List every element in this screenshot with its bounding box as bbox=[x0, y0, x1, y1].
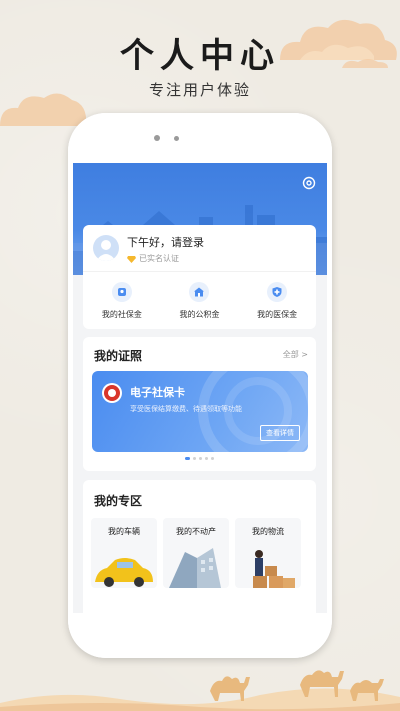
quick-link-label: 我的社保金 bbox=[101, 310, 142, 319]
quick-link-label: 我的医保金 bbox=[257, 310, 298, 319]
housing-fund-icon bbox=[189, 282, 210, 302]
social-security-card-description: 享受医保结算缴费、待遇领取等功能 bbox=[130, 405, 242, 413]
view-details-button[interactable]: 查看详情 bbox=[260, 425, 300, 441]
zone-item-vehicles[interactable]: 我的车辆 bbox=[91, 518, 157, 588]
my-zone-title: 我的专区 bbox=[94, 494, 143, 508]
zone-item-label: 我的不动产 bbox=[176, 527, 216, 536]
login-card[interactable]: 下午好，请登录 已实名认证 bbox=[83, 225, 316, 271]
building-icon bbox=[169, 548, 221, 588]
quick-links: 我的社保金 我的公积金 我的医保金 bbox=[83, 271, 316, 329]
zone-item-label: 我的车辆 bbox=[108, 527, 140, 536]
carousel-dot[interactable] bbox=[185, 457, 190, 460]
certificates-all-link[interactable]: 全部 > bbox=[283, 349, 308, 360]
zone-item-real-estate[interactable]: 我的不动产 bbox=[163, 518, 229, 588]
social-security-card-name: 电子社保卡 bbox=[130, 386, 185, 399]
car-icon bbox=[95, 558, 153, 587]
medical-insurance-icon bbox=[267, 282, 288, 302]
sensor-dot-icon bbox=[174, 136, 179, 141]
verify-status: 已实名认证 bbox=[127, 253, 179, 264]
carousel-dots bbox=[83, 457, 316, 460]
settings-gear-icon[interactable] bbox=[301, 175, 317, 191]
carousel-dot[interactable] bbox=[205, 457, 208, 460]
certificates-section: 我的证照 全部 > 电子社保卡 享受医保结算缴费、待遇领取等功能 查看详情 bbox=[83, 337, 316, 471]
my-zone-section: 我的专区 我的车辆 我的不动产 我的物流 bbox=[83, 480, 316, 613]
quick-link-label: 我的公积金 bbox=[179, 310, 220, 319]
verify-status-label: 已实名认证 bbox=[139, 254, 179, 263]
social-security-icon bbox=[111, 282, 132, 302]
phone-top-bezel bbox=[68, 113, 332, 163]
diamond-badge-icon bbox=[127, 255, 136, 263]
camera-dot-icon bbox=[154, 135, 160, 141]
page-title: 个人中心 bbox=[120, 36, 280, 76]
carousel-dot[interactable] bbox=[211, 457, 214, 460]
delivery-boxes-icon bbox=[253, 550, 295, 588]
zone-item-label: 我的物流 bbox=[252, 527, 284, 536]
phone-frame: 下午好，请登录 已实名认证 我的社保金 我的公积金 我的医保金 我的证照 全部 … bbox=[68, 113, 332, 658]
desert-camel-decoration bbox=[0, 670, 400, 711]
quick-link-medical-insurance[interactable]: 我的医保金 bbox=[242, 282, 312, 329]
app-screen: 下午好，请登录 已实名认证 我的社保金 我的公积金 我的医保金 我的证照 全部 … bbox=[73, 163, 327, 613]
carousel-dot[interactable] bbox=[193, 457, 196, 460]
zone-item-logistics[interactable]: 我的物流 bbox=[235, 518, 301, 588]
avatar[interactable] bbox=[93, 235, 119, 261]
social-security-card[interactable]: 电子社保卡 享受医保结算缴费、待遇领取等功能 查看详情 bbox=[92, 371, 308, 452]
certificates-title: 我的证照 bbox=[94, 349, 143, 363]
zone-cards: 我的车辆 我的不动产 我的物流 bbox=[91, 518, 301, 588]
quick-link-social-security[interactable]: 我的社保金 bbox=[87, 282, 157, 329]
quick-link-housing-fund[interactable]: 我的公积金 bbox=[164, 282, 234, 329]
login-greeting[interactable]: 下午好，请登录 bbox=[127, 234, 204, 250]
carousel-dot[interactable] bbox=[199, 457, 202, 460]
social-security-logo-icon bbox=[102, 383, 122, 403]
page-subtitle: 专注用户体验 bbox=[148, 81, 251, 99]
